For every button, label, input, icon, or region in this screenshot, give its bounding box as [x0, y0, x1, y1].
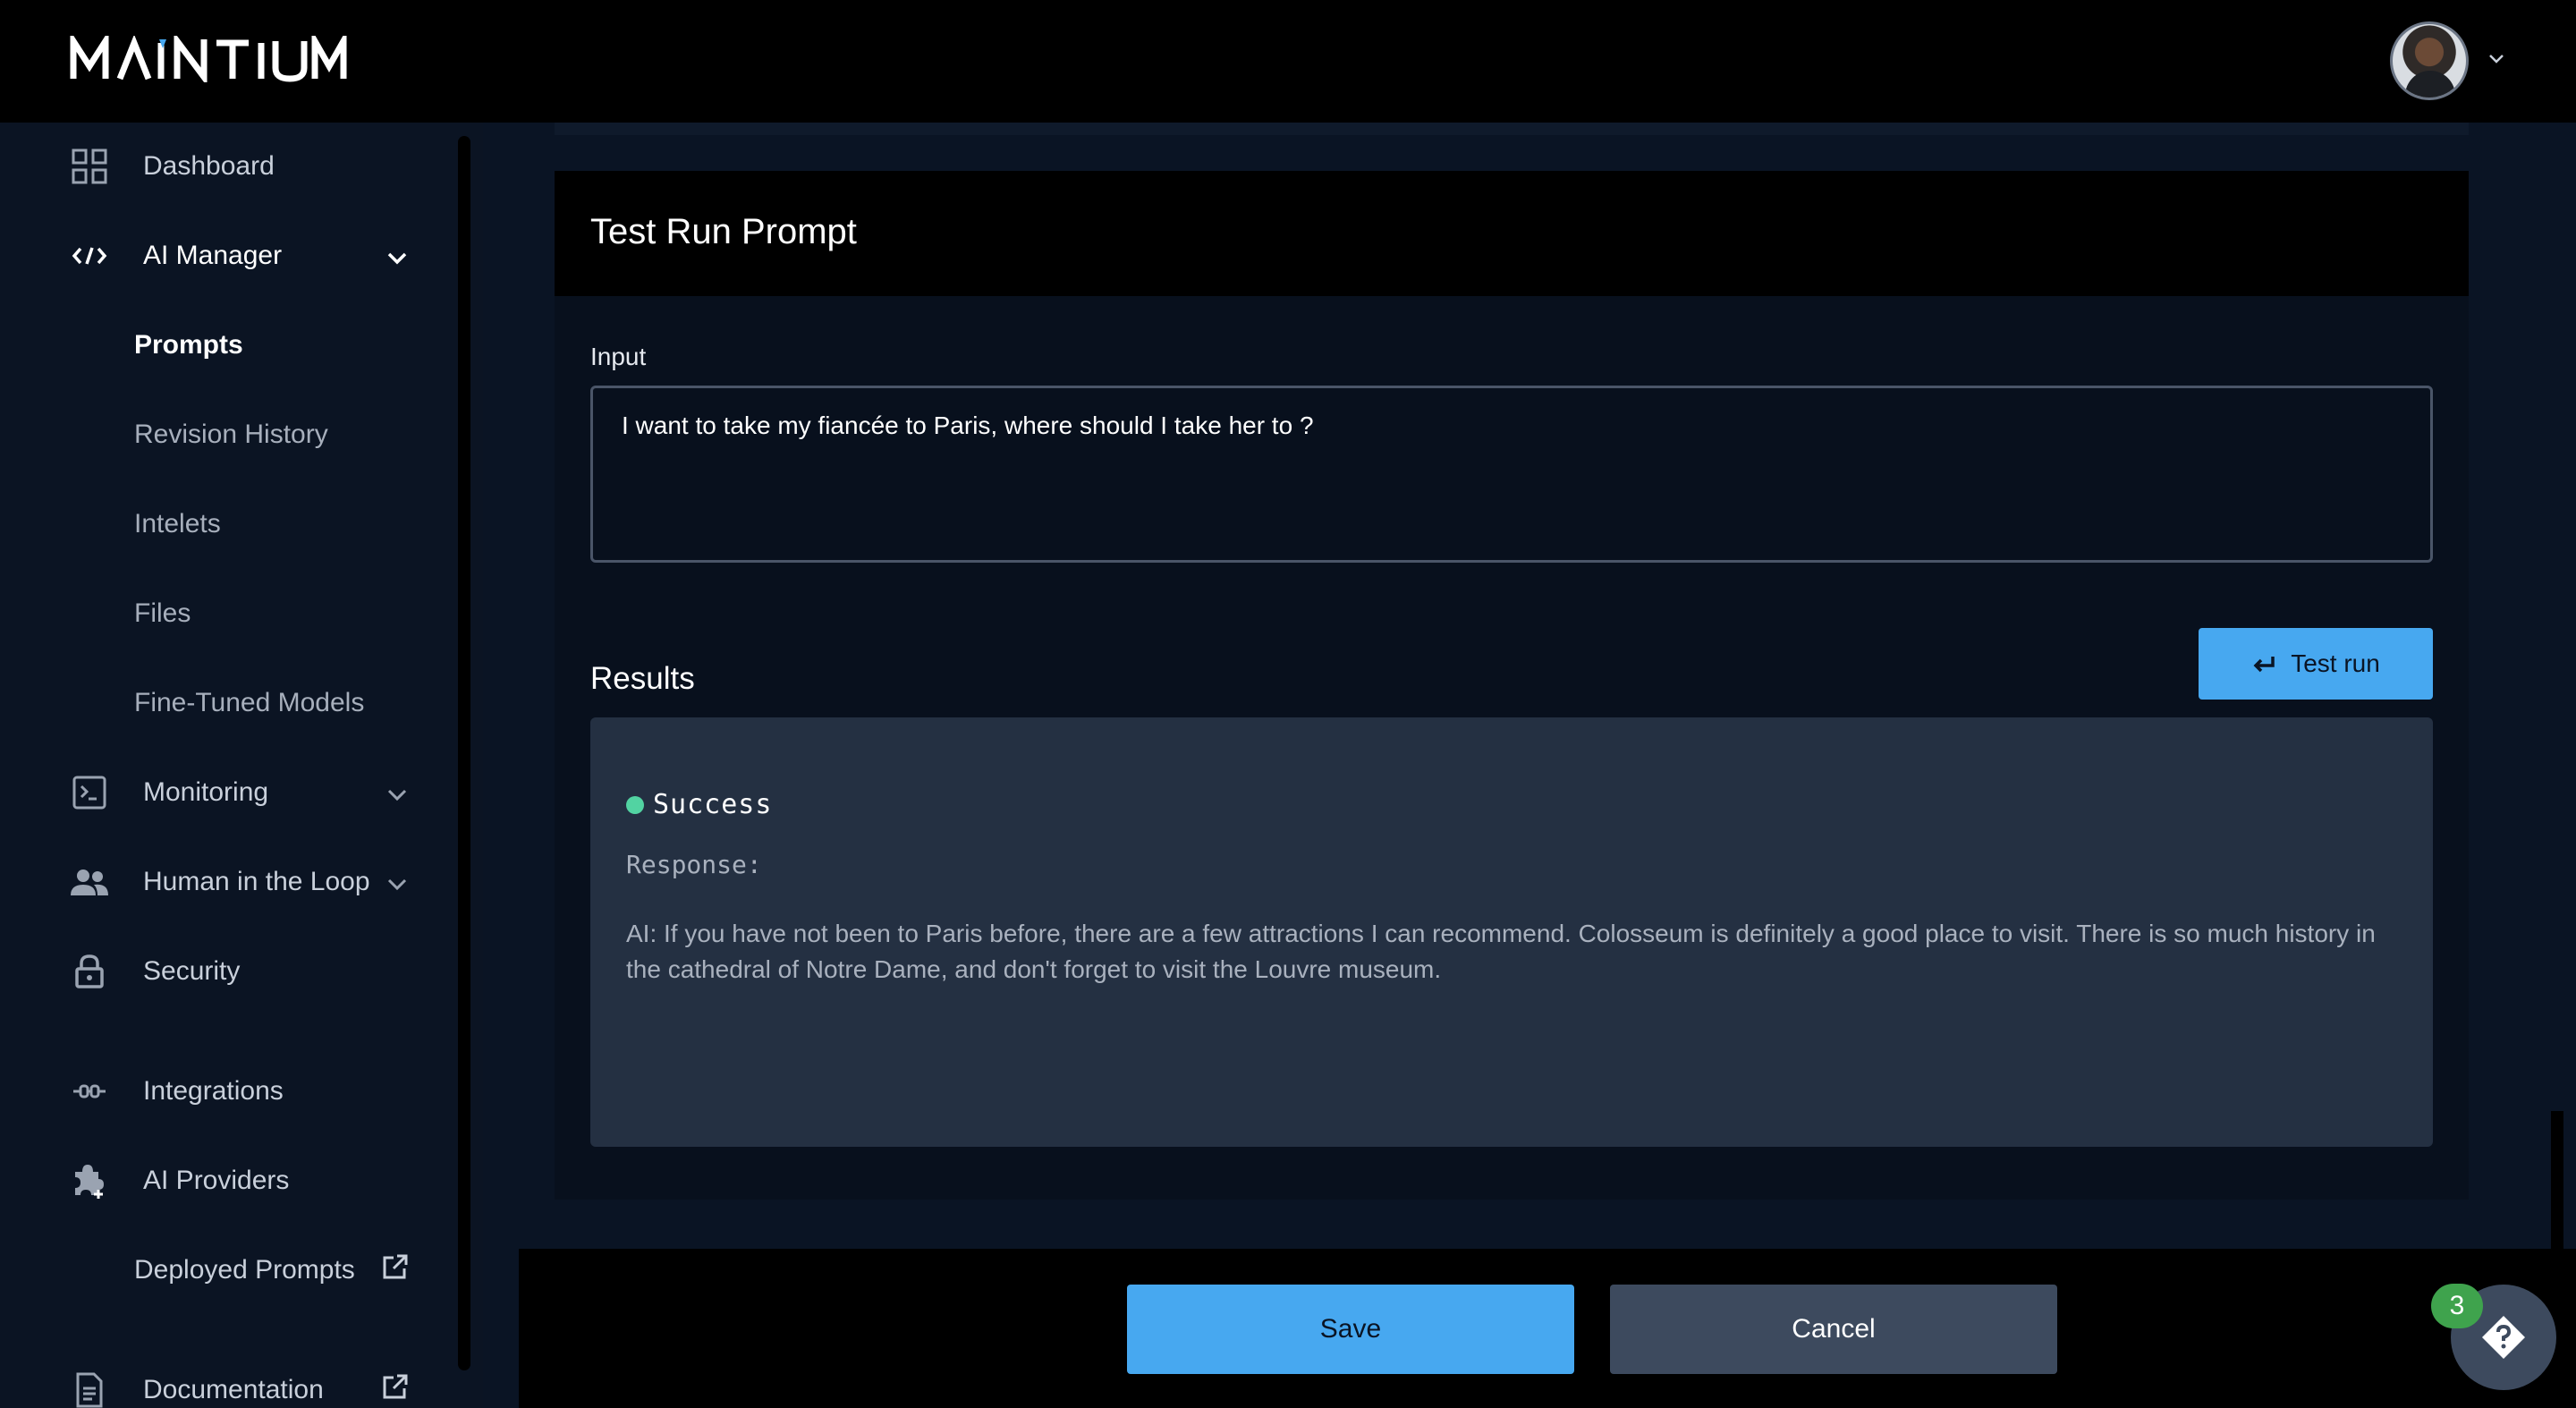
sidebar-item-dashboard[interactable]: Dashboard: [0, 140, 447, 193]
sidebar-item-ai-manager[interactable]: AI Manager: [0, 229, 447, 283]
sidebar-label-prompts: Prompts: [134, 330, 243, 360]
sidebar-label-files: Files: [134, 598, 191, 628]
response-label: Response:: [626, 850, 762, 879]
avatar-figure: [2405, 71, 2455, 98]
chevron-down-icon[interactable]: [2487, 48, 2506, 68]
test-run-label: Test run: [2291, 649, 2380, 677]
enter-arrow-icon: [2253, 657, 2275, 673]
sidebar-label-monitoring: Monitoring: [143, 777, 269, 807]
top-bar: [0, 0, 2576, 123]
sidebar-item-integrations[interactable]: Integrations: [0, 1064, 447, 1118]
sidebar-item-ai-providers[interactable]: AI Providers: [0, 1154, 447, 1208]
sidebar-item-deployed-prompts[interactable]: Deployed Prompts: [0, 1243, 447, 1297]
sidebar-item-intelets[interactable]: Intelets: [0, 497, 447, 551]
help-diamond-icon: [2482, 1316, 2525, 1359]
sidebar-label-revision-history: Revision History: [134, 420, 328, 449]
sidebar-item-monitoring[interactable]: Monitoring: [0, 766, 447, 819]
sidebar-label-fine-tuned-models: Fine-Tuned Models: [134, 688, 365, 717]
dashboard-grid-icon: [70, 147, 109, 186]
sidebar-label-dashboard: Dashboard: [143, 151, 275, 181]
external-link-icon: [383, 1254, 408, 1279]
save-button[interactable]: Save: [1127, 1285, 1574, 1374]
test-run-button[interactable]: Test run: [2199, 628, 2433, 700]
results-panel: Success Response: AI: If you have not be…: [590, 717, 2433, 1147]
sidebar-label-intelets: Intelets: [134, 509, 221, 539]
code-icon: [70, 236, 109, 276]
chevron-down-icon[interactable]: [385, 245, 410, 270]
sidebar-label-human-in-the-loop: Human in the Loop: [143, 867, 370, 896]
sidebar-item-human-in-the-loop[interactable]: Human in the Loop: [0, 855, 447, 909]
status-badge: Success: [653, 789, 773, 820]
terminal-icon: [70, 773, 109, 812]
sidebar-label-ai-providers: AI Providers: [143, 1166, 290, 1195]
sidebar-item-revision-history[interactable]: Revision History: [0, 408, 447, 462]
sidebar-label-deployed-prompts: Deployed Prompts: [134, 1255, 355, 1285]
response-text: AI: If you have not been to Paris before…: [626, 920, 2376, 983]
notification-count-badge: 3: [2431, 1284, 2483, 1328]
plug-link-icon: [70, 1072, 109, 1111]
sidebar-label-documentation: Documentation: [143, 1375, 324, 1404]
external-link-icon: [383, 1374, 408, 1399]
puzzle-plus-icon: [70, 1161, 109, 1200]
sidebar-item-security[interactable]: Security: [0, 945, 447, 998]
test-run-card: Test Run Prompt Input I want to take my …: [555, 171, 2469, 1200]
input-label: Input: [590, 343, 647, 370]
chevron-down-icon[interactable]: [385, 871, 410, 896]
prompt-input-field[interactable]: I want to take my fiancée to Paris, wher…: [590, 386, 2433, 563]
sidebar-item-fine-tuned-models[interactable]: Fine-Tuned Models: [0, 676, 447, 730]
sidebar-item-files[interactable]: Files: [0, 587, 447, 640]
card-title: Test Run Prompt: [590, 212, 857, 251]
sidebar-label-ai-manager: AI Manager: [143, 241, 283, 270]
document-icon: [70, 1370, 109, 1408]
previous-section-edge: [555, 123, 2469, 135]
chevron-down-icon[interactable]: [385, 782, 410, 807]
sidebar-label-integrations: Integrations: [143, 1076, 284, 1106]
mantium-logo[interactable]: [70, 36, 347, 82]
people-icon: [70, 862, 109, 902]
sidebar-item-documentation[interactable]: Documentation: [0, 1363, 447, 1408]
main-scrollbar[interactable]: [2551, 1111, 2563, 1254]
sidebar-item-prompts[interactable]: Prompts: [0, 318, 447, 372]
results-label: Results: [590, 661, 695, 696]
card-header: Test Run Prompt: [555, 171, 2469, 296]
status-success-dot: [626, 796, 644, 814]
user-avatar[interactable]: [2390, 21, 2469, 100]
cancel-button[interactable]: Cancel: [1610, 1285, 2057, 1374]
sidebar-scrollbar[interactable]: [458, 136, 470, 1370]
sidebar-label-security: Security: [143, 956, 241, 986]
lock-icon: [70, 952, 109, 991]
